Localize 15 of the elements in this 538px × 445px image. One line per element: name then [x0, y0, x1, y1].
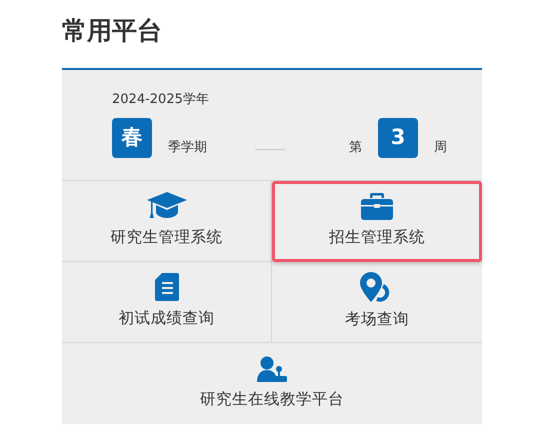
graduation-cap-icon	[146, 192, 186, 220]
season-badge: 春	[112, 118, 152, 158]
document-icon	[154, 273, 178, 302]
week-label: 周	[434, 139, 447, 157]
academic-year: 2024-2025学年	[112, 91, 210, 109]
platform-tile[interactable]: 招生管理系统	[272, 181, 482, 262]
season-label: 季学期	[168, 139, 207, 157]
week-prefix: 第	[349, 139, 362, 157]
section-title: 常用平台	[62, 15, 163, 47]
briefcase-icon	[361, 192, 393, 220]
dash-divider	[255, 148, 285, 150]
week-badge: 3	[378, 118, 418, 158]
platform-tile[interactable]: 研究生管理系统	[62, 181, 272, 262]
teacher-icon	[257, 356, 287, 382]
platform-tile[interactable]: 初试成绩查询	[62, 262, 272, 343]
